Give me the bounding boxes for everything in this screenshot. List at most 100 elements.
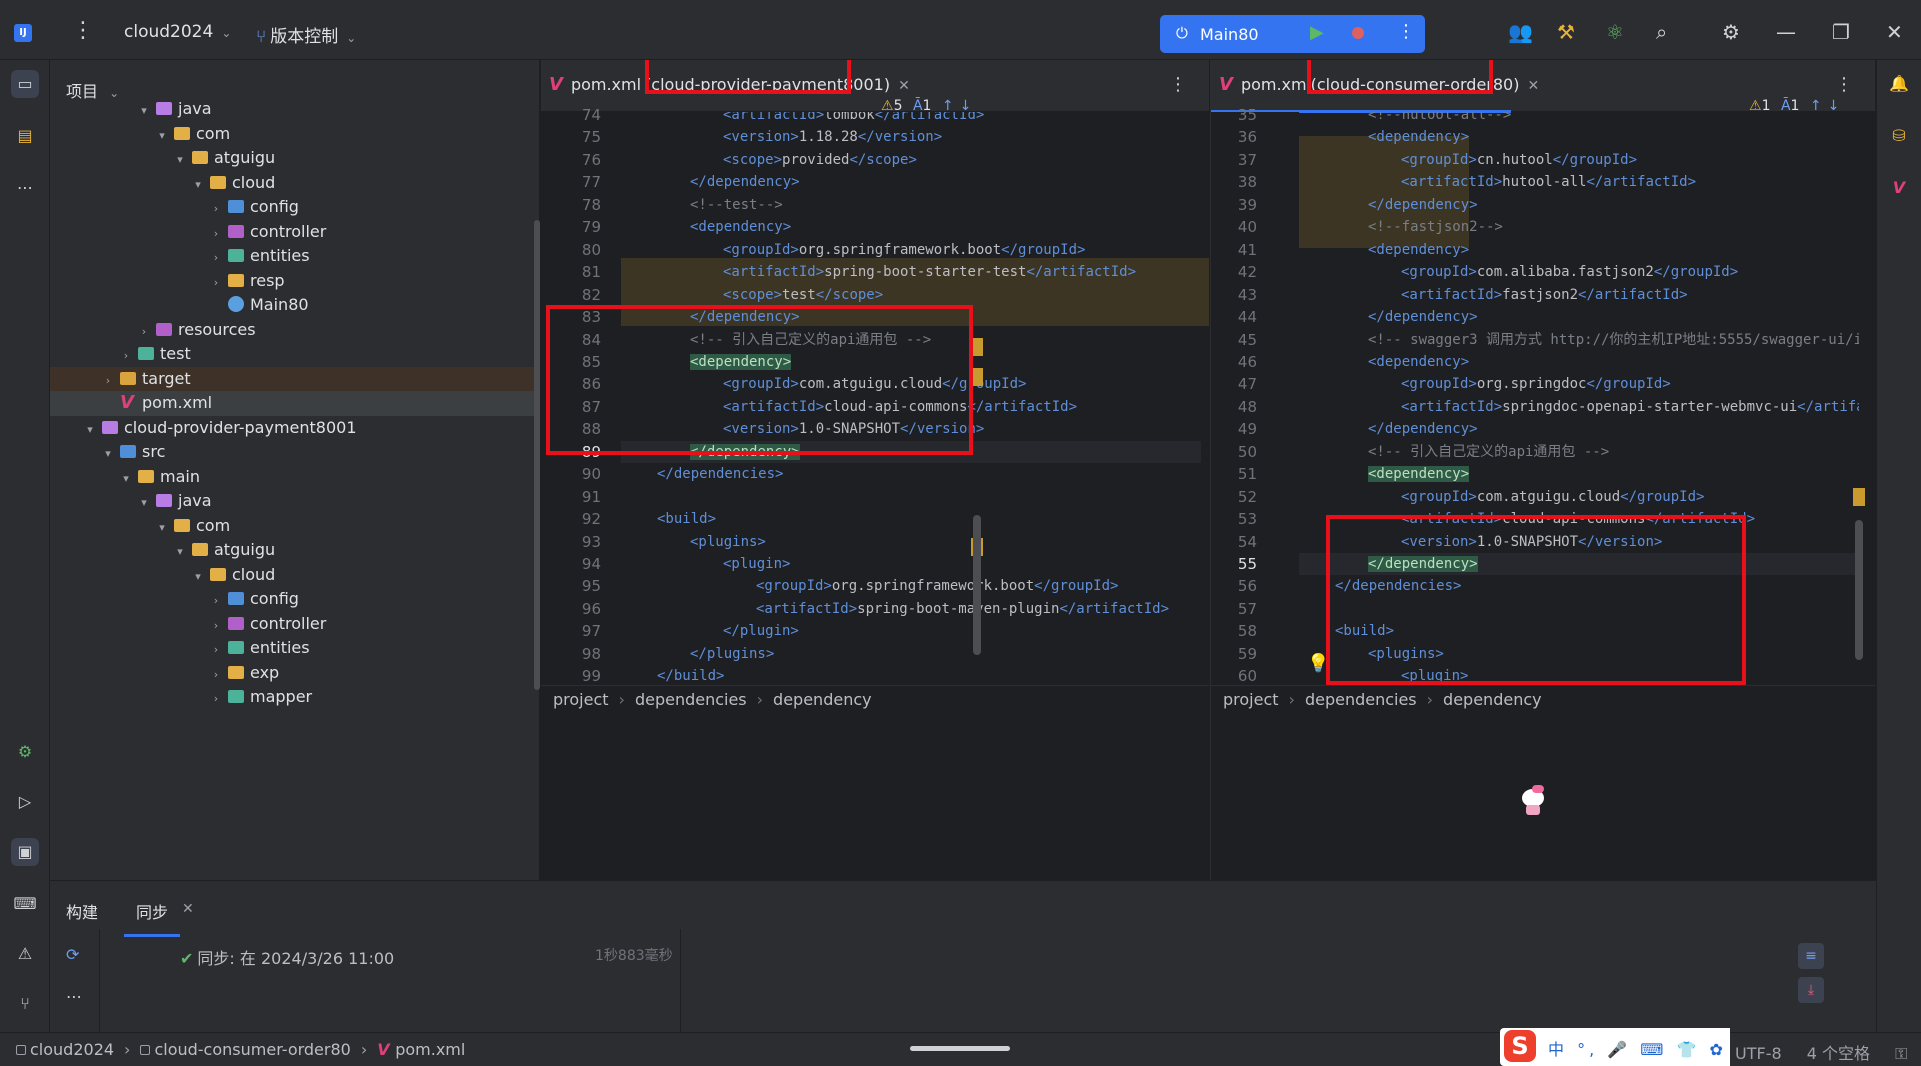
close-icon[interactable]: ✕ [182, 901, 194, 917]
project-selector[interactable]: cloud2024 ⌄ [124, 22, 231, 42]
tree-item[interactable]: ▾ com [50, 122, 539, 149]
more-actions-icon[interactable]: ⋮ [1397, 21, 1415, 42]
build-tool-icon[interactable]: ▣ [11, 838, 39, 866]
tree-item[interactable]: ▾ atguigu [50, 146, 539, 173]
chevron-down-icon[interactable]: ▾ [154, 516, 170, 541]
code-with-me-icon[interactable]: 👥 [1508, 20, 1533, 44]
tree-item[interactable]: › entities [50, 636, 539, 661]
chevron-right-icon[interactable]: › [208, 197, 224, 222]
tree-item[interactable]: › controller [50, 612, 539, 639]
chevron-right-icon[interactable]: › [208, 246, 224, 271]
tree-item[interactable]: › config [50, 587, 539, 614]
tab-build[interactable]: 构建 [66, 899, 98, 923]
chevron-down-icon[interactable]: ▾ [136, 491, 152, 516]
breadcrumb-item[interactable]: dependency [773, 690, 872, 709]
restore-icon[interactable]: ❐ [1832, 20, 1850, 44]
build-tools-icon[interactable]: ⚒ [1557, 20, 1575, 44]
lightbulb-icon[interactable]: 💡 [1307, 653, 1329, 674]
status-crumb-item[interactable]: pom.xml [395, 1040, 465, 1059]
soft-wrap-icon[interactable]: ≡ [1798, 943, 1824, 969]
git-icon[interactable]: ⑂ [11, 990, 39, 1018]
close-icon[interactable]: ✕ [1527, 78, 1539, 94]
ime-items[interactable]: 中 °, 🎤 ⌨ 👕 ✿ [1548, 1036, 1727, 1060]
run-icon[interactable]: ▶ [1310, 22, 1324, 43]
tree-item[interactable]: ▾ cloud-provider-payment8001 [50, 416, 539, 443]
drag-handle[interactable] [910, 1046, 1010, 1051]
maven-tool-icon[interactable]: V [1885, 174, 1913, 202]
tree-item[interactable]: ▾ src [50, 440, 539, 467]
problems-icon[interactable]: ⚠ [11, 940, 39, 968]
more-icon[interactable]: ⋯ [66, 987, 82, 1006]
tree-item[interactable]: ▾ cloud [50, 171, 539, 198]
close-icon[interactable]: ✕ [1886, 20, 1903, 44]
tree-item[interactable]: › entities [50, 244, 539, 271]
chevron-right-icon[interactable]: › [208, 589, 224, 614]
chevron-down-icon[interactable]: ▾ [154, 124, 170, 149]
chevron-right-icon[interactable]: › [208, 271, 224, 296]
chevron-right-icon[interactable]: › [208, 663, 224, 688]
project-tool-icon[interactable]: ▭ [11, 70, 39, 98]
more-icon[interactable]: ⋮ [1835, 74, 1853, 95]
scroll-to-end-icon[interactable]: ⤓ [1798, 977, 1824, 1003]
more-tools-icon[interactable]: ⋯ [11, 174, 39, 202]
notifications-icon[interactable]: 🔔 [1885, 70, 1913, 98]
chevron-down-icon[interactable]: ▾ [118, 467, 134, 492]
code-area[interactable]: <artifactId>lombok</artifactId> <version>… [621, 112, 1201, 852]
file-encoding[interactable]: UTF-8 [1735, 1044, 1782, 1063]
minimize-icon[interactable]: — [1776, 20, 1796, 44]
run-tool-icon[interactable]: ▷ [11, 788, 39, 816]
chevron-right-icon[interactable]: › [208, 222, 224, 247]
tree-item[interactable]: › resources [50, 318, 539, 345]
run-configuration-widget[interactable]: ⏻ Main80 ▶ ⋮ [1160, 15, 1425, 53]
tree-item[interactable]: ▾ java [50, 489, 539, 516]
chevron-down-icon[interactable]: ▾ [136, 99, 152, 124]
chevron-down-icon[interactable]: ▾ [100, 442, 116, 467]
chevron-down-icon[interactable]: ▾ [190, 565, 206, 590]
tree-item[interactable]: › config [50, 195, 539, 222]
chevron-down-icon[interactable]: ▾ [172, 148, 188, 173]
chevron-right-icon[interactable]: › [100, 369, 116, 394]
chevron-down-icon[interactable]: ▾ [172, 540, 188, 565]
main-menu-icon[interactable]: ⋮ [72, 18, 94, 43]
breadcrumb-item[interactable]: dependencies [635, 690, 747, 709]
search-icon[interactable]: ⌕ [1656, 20, 1667, 44]
chevron-right-icon[interactable]: › [208, 687, 224, 712]
tab-sync[interactable]: 同步 [123, 899, 181, 937]
tree-item[interactable]: ▾ main [50, 465, 539, 492]
more-icon[interactable]: ⋮ [1169, 74, 1187, 95]
tree-item[interactable]: Main80 [50, 293, 539, 318]
chevron-right-icon[interactable]: › [136, 320, 152, 345]
run-config-name[interactable]: Main80 [1200, 25, 1259, 44]
chevron-down-icon[interactable]: ▾ [190, 173, 206, 198]
tree-item[interactable]: › mapper [50, 685, 539, 712]
editor-vscrollbar[interactable] [973, 515, 981, 655]
ime-toolbar[interactable]: S 中 °, 🎤 ⌨ 👕 ✿ [1500, 1028, 1730, 1066]
status-crumb-item[interactable]: cloud2024 [30, 1040, 114, 1059]
tree-item[interactable]: › target [50, 366, 539, 394]
tree-item[interactable]: › resp [50, 269, 539, 296]
tree-item[interactable]: › test [50, 342, 539, 367]
tree-item[interactable]: ▾ com [50, 514, 539, 541]
services-icon[interactable]: ⚙ [11, 738, 39, 766]
tree-item[interactable]: › exp [50, 661, 539, 688]
chevron-right-icon[interactable]: › [208, 614, 224, 639]
tree-item[interactable]: ▾ cloud [50, 563, 539, 590]
indent-setting[interactable]: 4 个空格 [1807, 1044, 1870, 1063]
settings-icon[interactable]: ⚙ [1722, 20, 1740, 44]
terminal-icon[interactable]: ⌨ [11, 890, 39, 918]
tree-item[interactable]: ▾ atguigu [50, 538, 539, 565]
lock-icon[interactable]: ⚿ [1895, 1044, 1907, 1063]
tree-item[interactable]: ▾ java [50, 97, 539, 124]
project-scrollbar[interactable] [534, 220, 540, 690]
vcs-selector[interactable]: ⑂ 版本控制 ⌄ [256, 22, 356, 47]
sync-status-row[interactable]: ✔ 同步: 在 2024/3/26 11:00 [180, 945, 394, 969]
breadcrumb-item[interactable]: dependency [1443, 690, 1542, 709]
chevron-down-icon[interactable]: ▾ [82, 418, 98, 443]
ai-assistant-icon[interactable]: ⚛ [1606, 20, 1624, 44]
sync-icon[interactable]: ⟳ [66, 945, 79, 964]
tree-item[interactable]: › controller [50, 220, 539, 247]
tree-item[interactable]: Vpom.xml [50, 391, 539, 416]
structure-tool-icon[interactable]: ▤ [11, 122, 39, 150]
breadcrumb-item[interactable]: dependencies [1305, 690, 1417, 709]
status-crumb-item[interactable]: cloud-consumer-order80 [154, 1040, 350, 1059]
